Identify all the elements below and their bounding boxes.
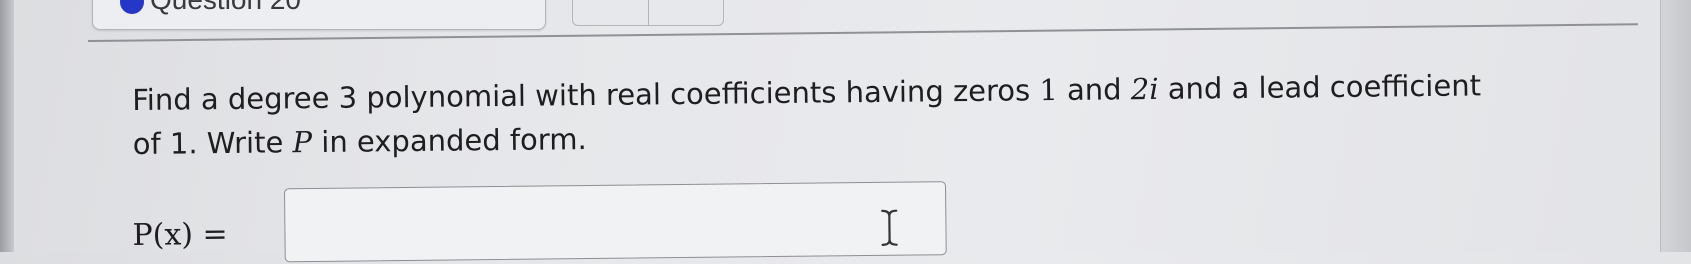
question-text-segment: and a lead coefficient xyxy=(1158,68,1482,106)
answer-label: P(x) = xyxy=(132,216,228,253)
right-scroll-strip[interactable] xyxy=(1660,0,1691,252)
header-button-group[interactable] xyxy=(572,0,724,26)
zero-two-i: 2i xyxy=(1130,71,1159,107)
window-left-edge xyxy=(0,0,14,252)
answer-input[interactable] xyxy=(283,181,947,263)
polynomial-variable: P xyxy=(292,125,313,160)
question-text-segment: Find a degree 3 polynomial with real coe… xyxy=(132,73,1040,117)
zero-one: 1 xyxy=(1039,72,1059,108)
question-text-segment: in expanded form. xyxy=(311,122,587,160)
button-divider xyxy=(648,0,649,25)
question-text-segment: of 1. Write xyxy=(132,125,293,161)
question-text: Find a degree 3 polynomial with real coe… xyxy=(132,62,1633,166)
text-cursor-icon xyxy=(881,209,898,246)
answer-row: P(x) = xyxy=(130,181,951,263)
question-label: Question 20 xyxy=(150,0,301,16)
question-text-segment: and xyxy=(1057,72,1132,107)
